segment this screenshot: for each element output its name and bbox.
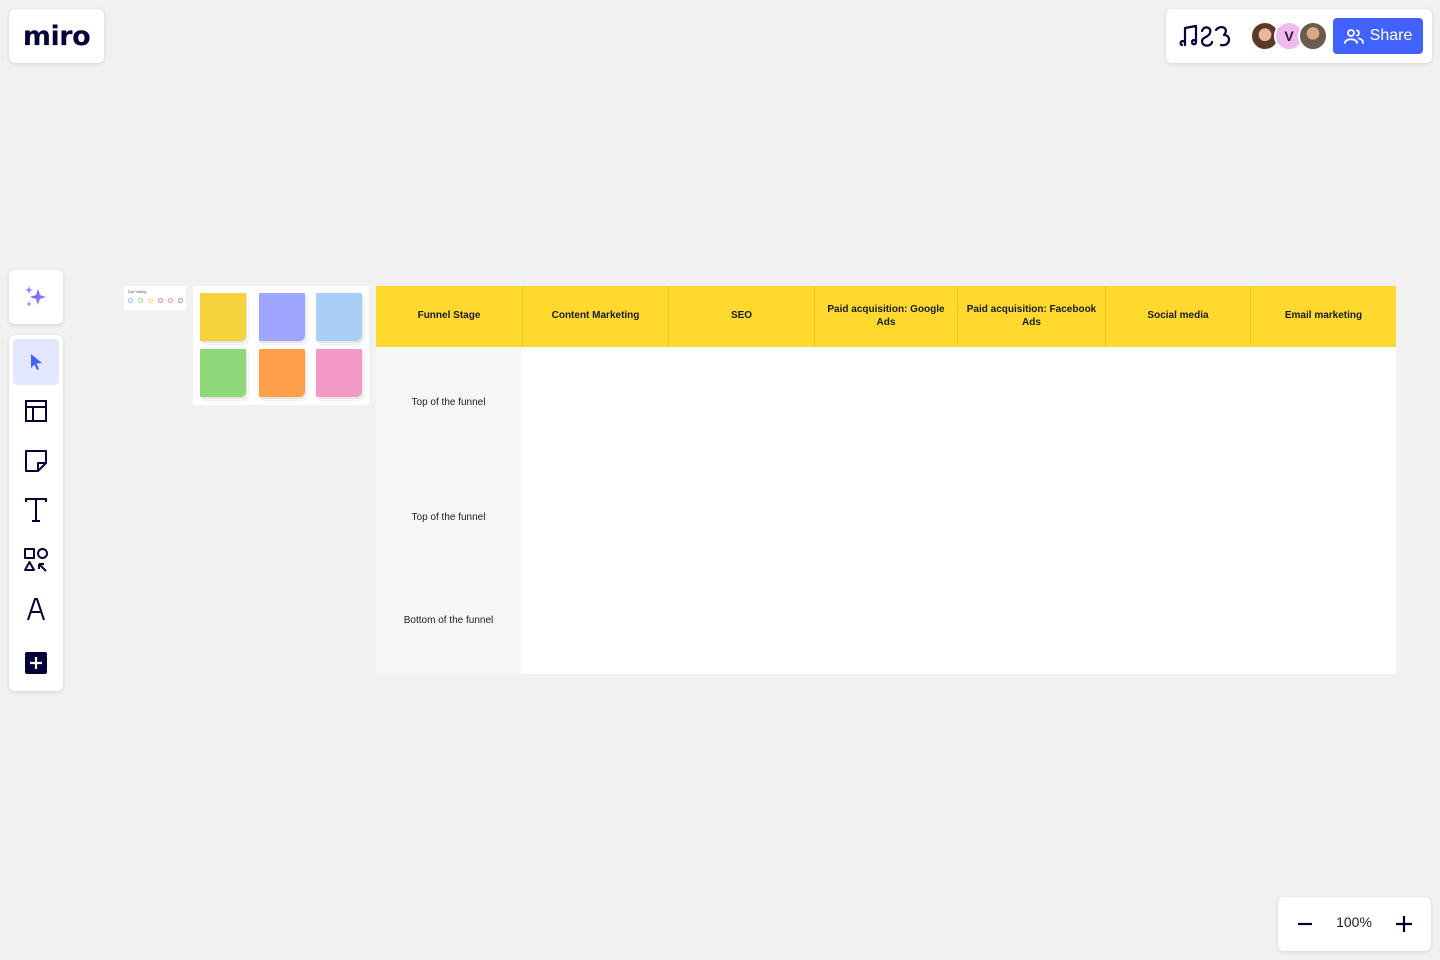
table-header-cell[interactable]: Content Marketing <box>522 286 668 347</box>
plus-square-icon <box>25 652 47 674</box>
reactions-icon[interactable] <box>1178 21 1234 51</box>
sticky-note-green[interactable] <box>200 349 246 397</box>
shapes-icon <box>24 548 48 572</box>
zoom-controls: 100% <box>1278 897 1431 951</box>
vote-dot[interactable] <box>178 298 183 303</box>
select-tool[interactable] <box>13 339 59 385</box>
cursor-icon <box>31 354 42 370</box>
table-header-cell[interactable]: Paid acquisition: Facebook Ads <box>957 286 1105 347</box>
sticky-note-violet[interactable] <box>259 293 305 341</box>
vote-dot[interactable] <box>168 298 173 303</box>
sticky-note-blue[interactable] <box>316 293 362 341</box>
text-icon <box>25 498 47 522</box>
minus-icon <box>1298 922 1312 926</box>
header-label: SEO <box>730 310 753 322</box>
row-label[interactable]: Bottom of the funnel <box>376 615 521 626</box>
layout-icon <box>25 400 47 422</box>
header-label: Social media <box>1147 310 1209 322</box>
avatar-initial: V <box>1284 28 1294 44</box>
logo-panel[interactable]: miro <box>9 9 104 63</box>
vote-dot[interactable] <box>138 298 143 303</box>
text-tool[interactable] <box>13 487 59 533</box>
vote-dot[interactable] <box>148 298 153 303</box>
sticky-note-orange[interactable] <box>259 349 305 397</box>
sticky-notes-pack <box>193 286 369 405</box>
sticky-note-tool[interactable] <box>13 438 59 484</box>
vote-dot[interactable] <box>128 298 133 303</box>
zoom-level[interactable]: 100% <box>1328 914 1380 930</box>
zoom-out-button[interactable] <box>1290 909 1320 939</box>
plus-icon <box>1396 916 1412 932</box>
header-label: Paid acquisition: Google Ads <box>827 304 945 328</box>
creation-toolbar <box>9 335 63 691</box>
table-header-cell[interactable]: Email marketing <box>1250 286 1396 347</box>
shapes-tool[interactable] <box>13 537 59 583</box>
more-tools-button[interactable] <box>13 640 59 686</box>
table-header-cell[interactable]: Social media <box>1105 286 1250 347</box>
dot-voting-widget[interactable]: Dot Voting <box>124 286 186 310</box>
sticky-note-icon <box>25 450 47 472</box>
row-label[interactable]: Top of the funnel <box>376 397 521 408</box>
header-label: Paid acquisition: Facebook Ads <box>966 304 1097 328</box>
sparkle-icon <box>25 286 46 307</box>
collaboration-panel: V Share <box>1166 9 1432 63</box>
marketing-funnel-table[interactable]: Funnel Stage Content Marketing SEO Paid … <box>376 286 1396 674</box>
table-header-cell[interactable]: Funnel Stage <box>376 286 522 347</box>
share-label: Share <box>1369 27 1413 44</box>
dot-voting-title: Dot Voting <box>128 289 147 294</box>
sticky-note-pink[interactable] <box>316 349 362 397</box>
miro-logo: miro <box>22 20 91 52</box>
table-header-cell[interactable]: Paid acquisition: Google Ads <box>814 286 957 347</box>
ai-assist-button[interactable] <box>9 270 63 324</box>
avatar[interactable] <box>1298 21 1328 51</box>
pen-icon <box>27 598 45 621</box>
users-icon <box>1343 29 1364 44</box>
table-header-cell[interactable]: SEO <box>668 286 814 347</box>
vote-dot[interactable] <box>158 298 163 303</box>
row-label[interactable]: Top of the funnel <box>376 512 521 523</box>
header-label: Content Marketing <box>551 310 640 322</box>
sticky-note-yellow[interactable] <box>200 293 246 341</box>
header-label: Funnel Stage <box>417 310 481 322</box>
share-button[interactable]: Share <box>1333 18 1423 54</box>
header-label: Email marketing <box>1284 310 1363 322</box>
templates-tool[interactable] <box>13 388 59 434</box>
zoom-in-button[interactable] <box>1389 909 1419 939</box>
pen-tool[interactable] <box>13 586 59 632</box>
